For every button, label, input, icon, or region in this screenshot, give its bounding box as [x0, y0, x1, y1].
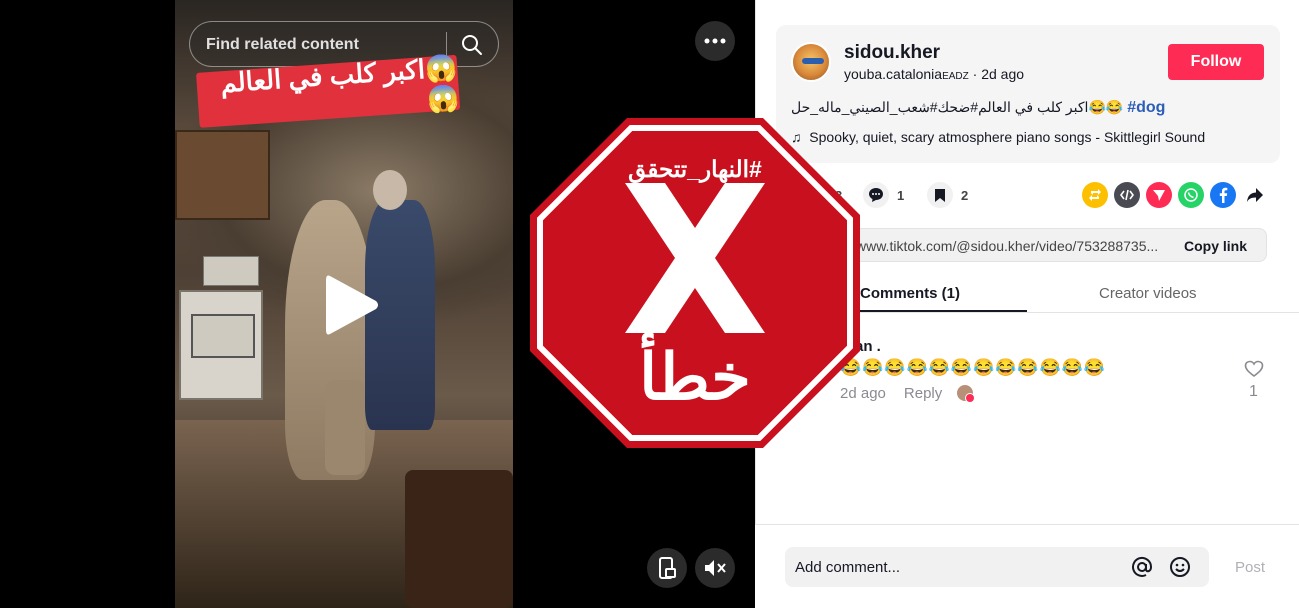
video-url: www.tiktok.com/@sidou.kher/video/7532887…	[856, 238, 1159, 254]
tab-comments[interactable]: Comments (1)	[860, 285, 960, 302]
author-username[interactable]: sidou.kher	[844, 42, 940, 64]
embed-button[interactable]	[1114, 182, 1140, 208]
send-to-friends-button[interactable]	[1146, 182, 1172, 208]
stamp-hashtag: #النهار_تتحقق	[628, 156, 762, 182]
author-meta: youba.cataloniaEADZ · 2d ago	[844, 66, 1024, 82]
share-more-button[interactable]	[1242, 182, 1268, 208]
comment-icon	[869, 188, 883, 202]
comment-reply-button[interactable]: Reply	[904, 385, 942, 402]
video-chair	[405, 470, 513, 608]
comment-footer: Add comment... Post	[755, 524, 1299, 608]
creator-liked-avatar	[957, 385, 975, 403]
repost-button[interactable]	[1082, 182, 1108, 208]
fact-check-stamp: #النهار_تتحقق خطأ	[530, 118, 860, 448]
post-date: · 2d ago	[968, 66, 1025, 82]
copy-link-button[interactable]: Copy link	[1184, 238, 1247, 254]
more-dots-icon	[704, 38, 726, 44]
comment-like-count: 1	[1249, 383, 1258, 400]
speaker-muted-icon	[705, 560, 726, 576]
author-avatar[interactable]	[791, 42, 831, 82]
tab-creator-videos[interactable]: Creator videos	[1099, 285, 1197, 302]
comment-button[interactable]	[863, 182, 889, 208]
post-comment-button[interactable]: Post	[1235, 559, 1265, 576]
comment-text: 😂😂😂😂😂😂😂😂😂😂😂😂	[840, 358, 1107, 377]
author-nickname: youba.catalonia	[844, 66, 943, 82]
repost-icon	[1089, 189, 1101, 201]
music-title: Spooky, quiet, scary atmosphere piano so…	[809, 129, 1206, 145]
video-microwave	[203, 256, 259, 286]
send-icon	[1153, 190, 1165, 201]
video-dog-leg	[325, 380, 365, 475]
device-icon	[659, 557, 676, 579]
play-icon[interactable]	[322, 272, 382, 338]
video-person-head	[373, 170, 407, 210]
heart-icon[interactable]	[1244, 360, 1264, 378]
save-button[interactable]	[927, 182, 953, 208]
author-nickname-suffix: EADZ	[942, 71, 969, 82]
mute-button[interactable]	[695, 548, 735, 588]
facebook-share-button[interactable]	[1210, 182, 1236, 208]
video-stove	[179, 290, 263, 400]
mention-icon[interactable]	[1131, 556, 1153, 578]
facebook-icon	[1219, 187, 1228, 203]
video-cabinet	[175, 130, 270, 220]
more-options-button[interactable]	[695, 21, 735, 61]
stamp-verdict: خطأ	[639, 341, 751, 413]
emoji-icon[interactable]	[1169, 556, 1191, 578]
add-comment-input[interactable]: Add comment...	[785, 547, 1209, 587]
whatsapp-icon	[1184, 188, 1198, 202]
post-description: اكبر كلب في العالم#ضحك#شعب_الصيني_ماله_ح…	[791, 99, 1171, 117]
embed-code-icon	[1120, 189, 1134, 201]
search-placeholder: Find related content	[206, 36, 359, 53]
description-text: اكبر كلب في العالم#ضحك#شعب_الصيني_ماله_ح…	[791, 99, 1124, 115]
pip-button[interactable]	[647, 548, 687, 588]
bookmark-icon	[935, 188, 945, 202]
search-icon[interactable]	[460, 33, 484, 57]
comment-count: 1	[897, 188, 905, 203]
hashtag-link[interactable]: #dog	[1127, 99, 1165, 116]
share-arrow-icon	[1247, 188, 1263, 202]
comment-placeholder: Add comment...	[795, 559, 901, 576]
whatsapp-share-button[interactable]	[1178, 182, 1204, 208]
follow-button[interactable]: Follow	[1168, 44, 1264, 80]
save-count: 2	[961, 188, 969, 203]
